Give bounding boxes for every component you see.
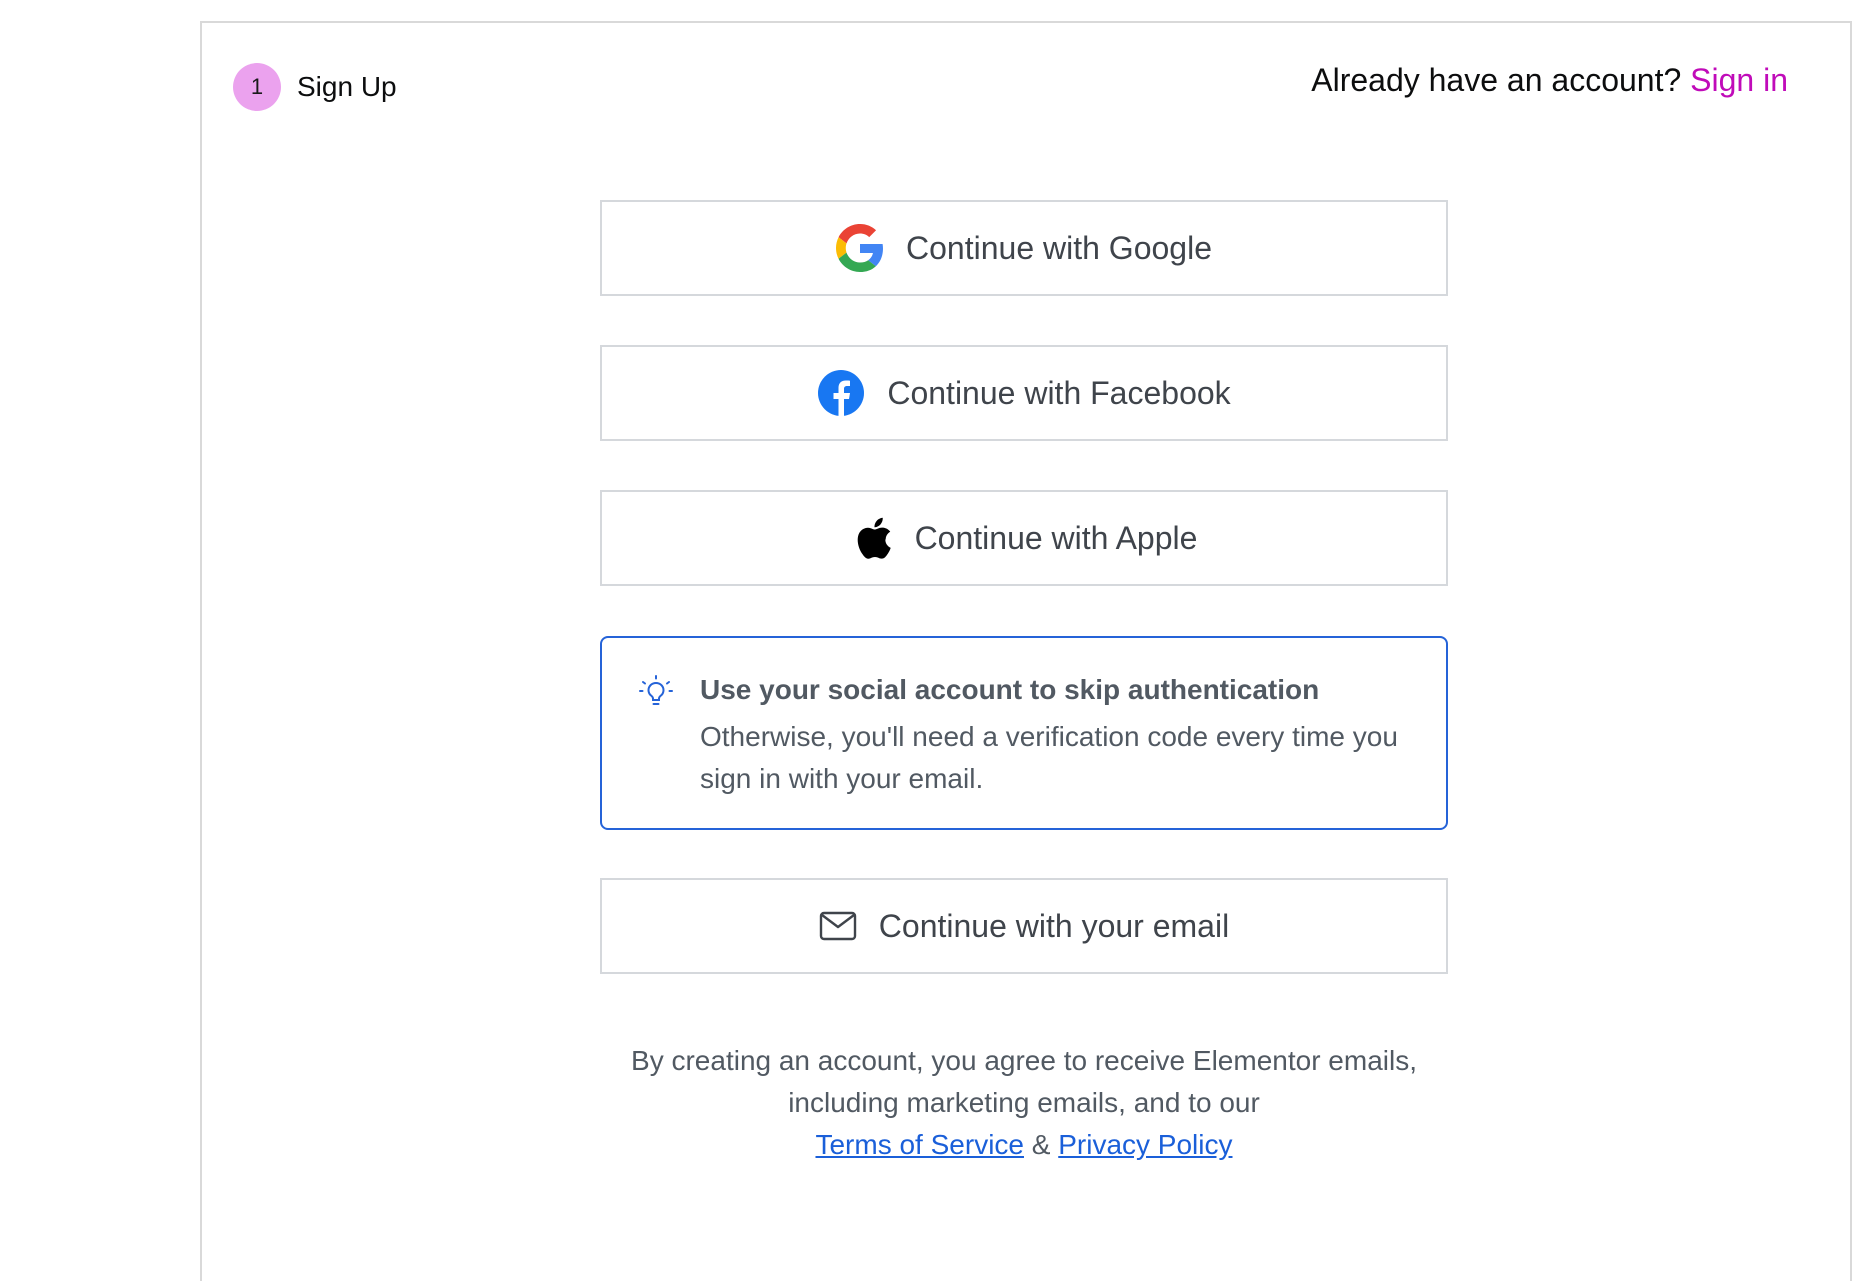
legal-ampersand: & bbox=[1031, 1129, 1051, 1160]
continue-with-apple-button[interactable]: Continue with Apple bbox=[600, 490, 1448, 586]
continue-with-email-button[interactable]: Continue with your email bbox=[600, 878, 1448, 974]
continue-with-google-button[interactable]: Continue with Google bbox=[600, 200, 1448, 296]
email-button-label: Continue with your email bbox=[878, 907, 1230, 944]
facebook-button-label: Continue with Facebook bbox=[887, 374, 1231, 411]
signin-link[interactable]: Sign in bbox=[1690, 62, 1788, 98]
apple-button-label: Continue with Apple bbox=[914, 519, 1198, 556]
envelope-icon bbox=[819, 911, 857, 941]
step-indicator: 1 Sign Up bbox=[233, 63, 397, 111]
legal-links-row: Terms of Service & Privacy Policy bbox=[600, 1124, 1448, 1166]
step-number-badge: 1 bbox=[233, 63, 281, 111]
legal-line-2: including marketing emails, and to our bbox=[788, 1087, 1260, 1118]
social-account-tip: Use your social account to skip authenti… bbox=[600, 636, 1448, 830]
google-logo-icon bbox=[836, 224, 884, 272]
have-account-text: Already have an account? bbox=[1311, 62, 1682, 98]
terms-of-service-link[interactable]: Terms of Service bbox=[815, 1129, 1024, 1160]
apple-logo-icon bbox=[851, 514, 893, 562]
step-label: Sign Up bbox=[297, 71, 397, 102]
facebook-logo-icon bbox=[817, 369, 865, 417]
continue-with-facebook-button[interactable]: Continue with Facebook bbox=[600, 345, 1448, 441]
tip-title: Use your social account to skip authenti… bbox=[700, 674, 1320, 705]
signin-prompt: Already have an account? Sign in bbox=[1311, 62, 1788, 99]
lightbulb-icon bbox=[638, 674, 674, 715]
legal-line-1: By creating an account, you agree to rec… bbox=[631, 1045, 1417, 1076]
legal-notice: By creating an account, you agree to rec… bbox=[600, 1040, 1448, 1166]
google-button-label: Continue with Google bbox=[906, 229, 1212, 266]
tip-body: Otherwise, you'll need a verification co… bbox=[700, 721, 1398, 794]
privacy-policy-link[interactable]: Privacy Policy bbox=[1058, 1129, 1232, 1160]
